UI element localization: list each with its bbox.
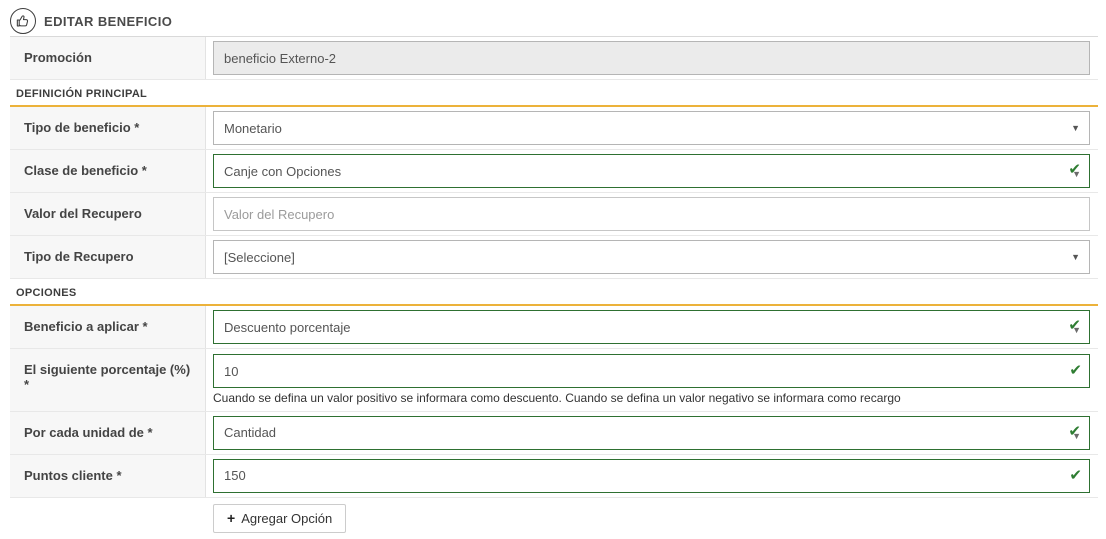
section-definicion-principal: DEFINICIÓN PRINCIPAL: [10, 80, 1098, 107]
row-tipo-de-beneficio: Tipo de beneficio * Monetario ▼: [10, 107, 1098, 150]
clase-de-beneficio-select[interactable]: Canje con Opciones ▼ ✔: [213, 154, 1090, 188]
row-por-cada-unidad: Por cada unidad de * Cantidad ▼ ✔: [10, 411, 1098, 455]
valid-check-icon: ✔: [1068, 422, 1081, 440]
promocion-input: [213, 41, 1090, 75]
section-title: DEFINICIÓN PRINCIPAL: [16, 88, 148, 100]
agregar-opcion-button[interactable]: + Agregar Opción: [213, 503, 347, 533]
row-valor-del-recupero: Valor del Recupero: [10, 193, 1098, 236]
benefit-form: Promoción DEFINICIÓN PRINCIPAL Tipo de b…: [10, 36, 1098, 539]
selected-value: Monetario: [224, 120, 282, 136]
tipo-de-beneficio-select[interactable]: Monetario ▼: [213, 111, 1090, 145]
siguiente-porcentaje-input[interactable]: [213, 354, 1090, 388]
promocion-label: Promoción: [10, 37, 206, 79]
chevron-down-icon: ▼: [1072, 169, 1081, 179]
puntos-cliente-input[interactable]: [213, 458, 1090, 493]
row-siguiente-porcentaje: El siguiente porcentaje (%) * ✔ Cuando s…: [10, 349, 1098, 412]
valid-check-icon: ✔: [1068, 161, 1081, 178]
beneficio-a-aplicar-select[interactable]: Descuento porcentaje ▼ ✔: [213, 310, 1090, 344]
tipo-de-recupero-select[interactable]: [Seleccione] ▼: [213, 240, 1090, 274]
selected-value: Canje con Opciones: [224, 163, 342, 179]
puntos-cliente-label: Puntos cliente *: [10, 454, 206, 497]
edit-benefit-page: EDITAR BENEFICIO Promoción DEFINICIÓN PR…: [0, 0, 1106, 539]
chevron-down-icon: ▼: [1071, 123, 1080, 133]
row-agregar-opcion: + Agregar Opción: [10, 498, 1098, 537]
row-beneficio-a-aplicar: Beneficio a aplicar * Descuento porcenta…: [10, 306, 1098, 349]
row-promocion: Promoción: [10, 37, 1098, 80]
page-header: EDITAR BENEFICIO: [0, 0, 1106, 36]
selected-value: Descuento porcentaje: [224, 319, 351, 335]
valid-check-icon: ✔: [1068, 317, 1081, 334]
tipo-de-beneficio-label: Tipo de beneficio *: [10, 107, 206, 149]
plus-icon: +: [227, 510, 236, 527]
thumbs-up-icon: [10, 8, 36, 34]
row-tipo-de-recupero: Tipo de Recupero [Seleccione] ▼: [10, 236, 1098, 279]
porcentaje-help-text: Cuando se defina un valor positivo se in…: [213, 391, 901, 405]
valor-del-recupero-input[interactable]: [213, 197, 1090, 231]
tipo-de-recupero-label: Tipo de Recupero: [10, 236, 206, 278]
row-clase-de-beneficio: Clase de beneficio * Canje con Opciones …: [10, 150, 1098, 193]
por-cada-unidad-label: Por cada unidad de *: [10, 411, 206, 454]
siguiente-porcentaje-label: El siguiente porcentaje (%) *: [10, 349, 206, 411]
por-cada-unidad-select[interactable]: Cantidad ▼ ✔: [213, 415, 1090, 450]
chevron-down-icon: ▼: [1072, 325, 1081, 335]
row-puntos-cliente: Puntos cliente * ✔: [10, 454, 1098, 498]
valor-del-recupero-label: Valor del Recupero: [10, 193, 206, 235]
beneficio-a-aplicar-label: Beneficio a aplicar *: [10, 306, 206, 348]
section-opciones: OPCIONES: [10, 279, 1098, 306]
chevron-down-icon: ▼: [1071, 252, 1080, 262]
section-title: OPCIONES: [16, 287, 77, 299]
chevron-down-icon: ▼: [1072, 430, 1081, 441]
page-title: EDITAR BENEFICIO: [44, 13, 173, 29]
agregar-opcion-label: Agregar Opción: [241, 510, 333, 526]
selected-value: Cantidad: [224, 425, 277, 441]
selected-value: [Seleccione]: [224, 249, 295, 265]
clase-de-beneficio-label: Clase de beneficio *: [10, 150, 206, 192]
